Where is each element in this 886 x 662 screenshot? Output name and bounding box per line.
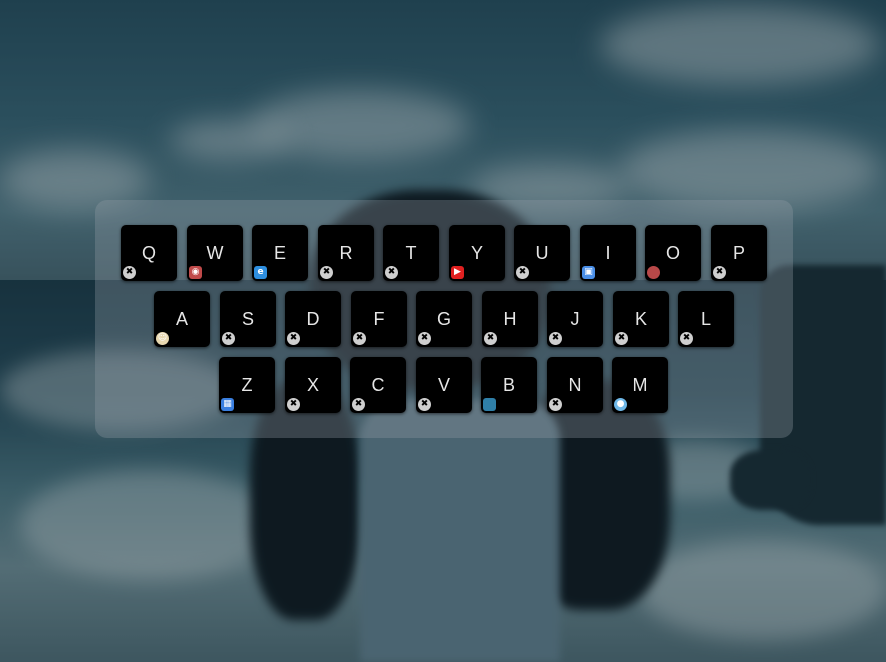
- clear-icon[interactable]: ✖: [418, 332, 431, 345]
- key-letter: H: [503, 309, 517, 329]
- key-u[interactable]: U ✖: [514, 225, 570, 281]
- clear-icon[interactable]: ✖: [713, 266, 726, 279]
- key-j[interactable]: J ✖: [547, 291, 603, 347]
- key-x[interactable]: X ✖: [285, 357, 341, 413]
- key-letter: Y: [470, 243, 483, 263]
- clear-icon[interactable]: ✖: [484, 332, 497, 345]
- key-l[interactable]: L ✖: [678, 291, 734, 347]
- clear-icon[interactable]: ✖: [353, 332, 366, 345]
- key-letter: W: [206, 243, 224, 263]
- key-g[interactable]: G ✖: [416, 291, 472, 347]
- key-letter: E: [273, 243, 286, 263]
- key-k[interactable]: K ✖: [613, 291, 669, 347]
- clear-icon[interactable]: ✖: [352, 398, 365, 411]
- key-m[interactable]: M ●: [612, 357, 668, 413]
- clear-icon[interactable]: ✖: [320, 266, 333, 279]
- key-v[interactable]: V ✖: [416, 357, 472, 413]
- key-letter: F: [373, 309, 385, 329]
- key-letter: N: [568, 375, 582, 395]
- key-letter: S: [241, 309, 254, 329]
- clear-icon[interactable]: ✖: [385, 266, 398, 279]
- key-b[interactable]: B: [481, 357, 537, 413]
- clear-icon[interactable]: ✖: [123, 266, 136, 279]
- key-letter: D: [306, 309, 320, 329]
- clear-icon[interactable]: ✖: [549, 398, 562, 411]
- key-letter: P: [732, 243, 745, 263]
- key-w[interactable]: W ◉: [187, 225, 243, 281]
- key-letter: O: [665, 243, 680, 263]
- teal-square-icon: [483, 398, 496, 411]
- red-eye-icon: ◉: [189, 266, 202, 279]
- key-c[interactable]: C ✖: [350, 357, 406, 413]
- key-h[interactable]: H ✖: [482, 291, 538, 347]
- key-letter: T: [405, 243, 417, 263]
- key-r[interactable]: R ✖: [318, 225, 374, 281]
- key-s[interactable]: S ✖: [220, 291, 276, 347]
- key-letter: L: [700, 309, 711, 329]
- key-letter: R: [339, 243, 353, 263]
- blue-e-icon: e: [254, 266, 267, 279]
- key-letter: G: [436, 309, 451, 329]
- key-i[interactable]: I ▣: [580, 225, 636, 281]
- key-e[interactable]: Ee: [252, 225, 308, 281]
- key-z[interactable]: Z ▦: [219, 357, 275, 413]
- key-letter: V: [437, 375, 450, 395]
- key-letter: Q: [141, 243, 156, 263]
- key-letter: I: [605, 243, 611, 263]
- key-letter: J: [570, 309, 580, 329]
- key-letter: Z: [241, 375, 253, 395]
- clear-icon[interactable]: ✖: [680, 332, 693, 345]
- clear-icon[interactable]: ✖: [287, 398, 300, 411]
- chat-bubble-icon: ●: [614, 398, 627, 411]
- key-n[interactable]: N ✖: [547, 357, 603, 413]
- clear-icon[interactable]: ✖: [418, 398, 431, 411]
- key-q[interactable]: Q ✖: [121, 225, 177, 281]
- key-letter: B: [502, 375, 515, 395]
- red-circle-icon: [647, 266, 660, 279]
- key-a[interactable]: A ☺: [154, 291, 210, 347]
- key-f[interactable]: F ✖: [351, 291, 407, 347]
- key-p[interactable]: P ✖: [711, 225, 767, 281]
- face-icon: ☺: [156, 332, 169, 345]
- clear-icon[interactable]: ✖: [549, 332, 562, 345]
- colorful-app-icon: ▣: [582, 266, 595, 279]
- clear-icon[interactable]: ✖: [516, 266, 529, 279]
- key-letter: U: [535, 243, 549, 263]
- youtube-icon: ▶: [451, 266, 464, 279]
- blue-grid-icon: ▦: [221, 398, 234, 411]
- clear-icon[interactable]: ✖: [287, 332, 300, 345]
- key-letter: C: [371, 375, 385, 395]
- key-t[interactable]: T ✖: [383, 225, 439, 281]
- key-o[interactable]: O: [645, 225, 701, 281]
- key-y[interactable]: Y ▶: [449, 225, 505, 281]
- key-letter: X: [306, 375, 319, 395]
- clear-icon[interactable]: ✖: [222, 332, 235, 345]
- key-letter: A: [175, 309, 188, 329]
- key-d[interactable]: D ✖: [285, 291, 341, 347]
- key-letter: K: [634, 309, 647, 329]
- clear-icon[interactable]: ✖: [615, 332, 628, 345]
- key-letter: M: [632, 375, 648, 395]
